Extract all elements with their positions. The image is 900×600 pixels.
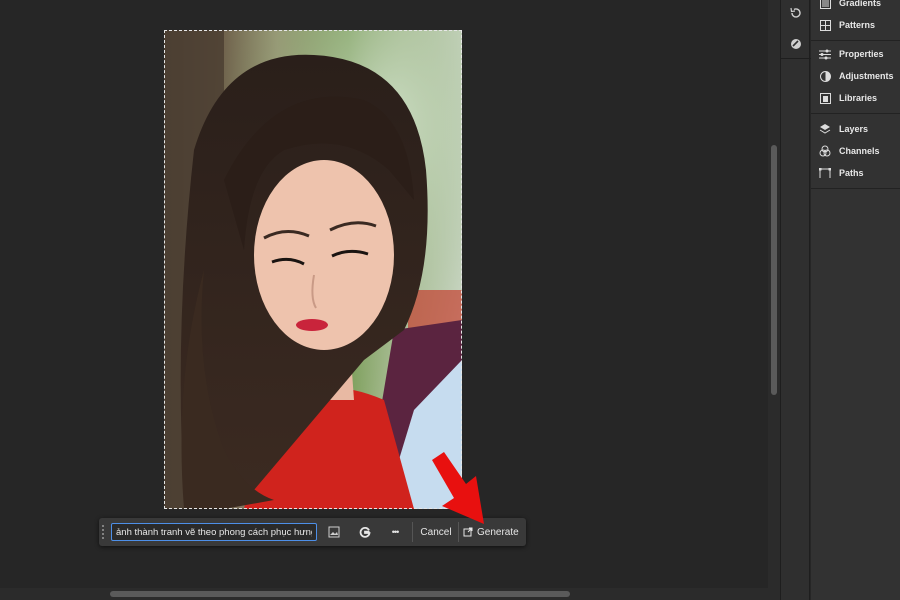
drag-handle[interactable] xyxy=(99,518,107,546)
panel-group-properties: Properties Adjustments Libraries xyxy=(811,41,900,114)
panel-item-label: Patterns xyxy=(839,20,876,30)
panel-item-patterns[interactable]: Patterns xyxy=(811,14,900,36)
canvas-photo[interactable] xyxy=(164,30,462,509)
more-options-button[interactable]: ••• xyxy=(386,522,404,542)
patterns-icon xyxy=(819,19,831,31)
grip-icon xyxy=(102,525,104,539)
document-canvas[interactable]: ••• Cancel Generate xyxy=(0,0,768,588)
panel-item-label: Libraries xyxy=(839,93,878,103)
panel-item-channels[interactable]: Channels xyxy=(811,140,900,162)
g-icon xyxy=(359,526,371,538)
portrait-image xyxy=(164,30,462,509)
vertical-scroll-thumb[interactable] xyxy=(771,145,777,395)
panel-item-label: Adjustments xyxy=(839,71,894,81)
panel-item-layers[interactable]: Layers xyxy=(811,118,900,140)
panel-item-properties[interactable]: Properties xyxy=(811,43,900,65)
history-button[interactable] xyxy=(788,5,804,21)
divider xyxy=(781,58,811,59)
panel-group-swatches: Gradients Patterns xyxy=(811,0,900,41)
panel-item-label: Channels xyxy=(839,146,880,156)
paths-icon xyxy=(819,167,831,179)
panel-item-label: Properties xyxy=(839,49,884,59)
panel-item-libraries[interactable]: Libraries xyxy=(811,87,900,109)
panel-item-label: Paths xyxy=(839,168,864,178)
vertical-scrollbar[interactable] xyxy=(768,0,780,588)
properties-icon xyxy=(819,48,831,60)
horizontal-scroll-thumb[interactable] xyxy=(110,591,570,597)
brush-settings-button[interactable] xyxy=(788,36,804,52)
panel-item-paths[interactable]: Paths xyxy=(811,162,900,184)
google-button[interactable] xyxy=(356,522,374,542)
panel-group-layers: Layers Channels Paths xyxy=(811,114,900,189)
image-icon xyxy=(328,526,340,538)
gradients-icon xyxy=(819,0,831,9)
channels-icon xyxy=(819,145,831,157)
horizontal-scrollbar[interactable] xyxy=(0,588,780,600)
divider xyxy=(412,522,413,542)
panels-sidebar: Gradients Patterns Properties Adjustment… xyxy=(811,0,900,600)
panel-item-label: Layers xyxy=(839,124,869,134)
panel-item-label: Gradients xyxy=(839,0,882,8)
annotation-arrow-icon xyxy=(432,452,484,524)
photoshop-workspace: ••• Cancel Generate xyxy=(0,0,900,600)
panel-item-gradients[interactable]: Gradients xyxy=(811,0,900,14)
panel-item-adjustments[interactable]: Adjustments xyxy=(811,65,900,87)
adjustments-icon xyxy=(819,70,831,82)
layers-icon xyxy=(819,123,831,135)
libraries-icon xyxy=(819,92,831,104)
panel-icon-strip xyxy=(780,0,811,600)
history-icon xyxy=(790,7,801,18)
brush-icon xyxy=(791,39,801,49)
prompt-input[interactable] xyxy=(111,523,317,541)
reference-image-button[interactable] xyxy=(325,522,343,542)
